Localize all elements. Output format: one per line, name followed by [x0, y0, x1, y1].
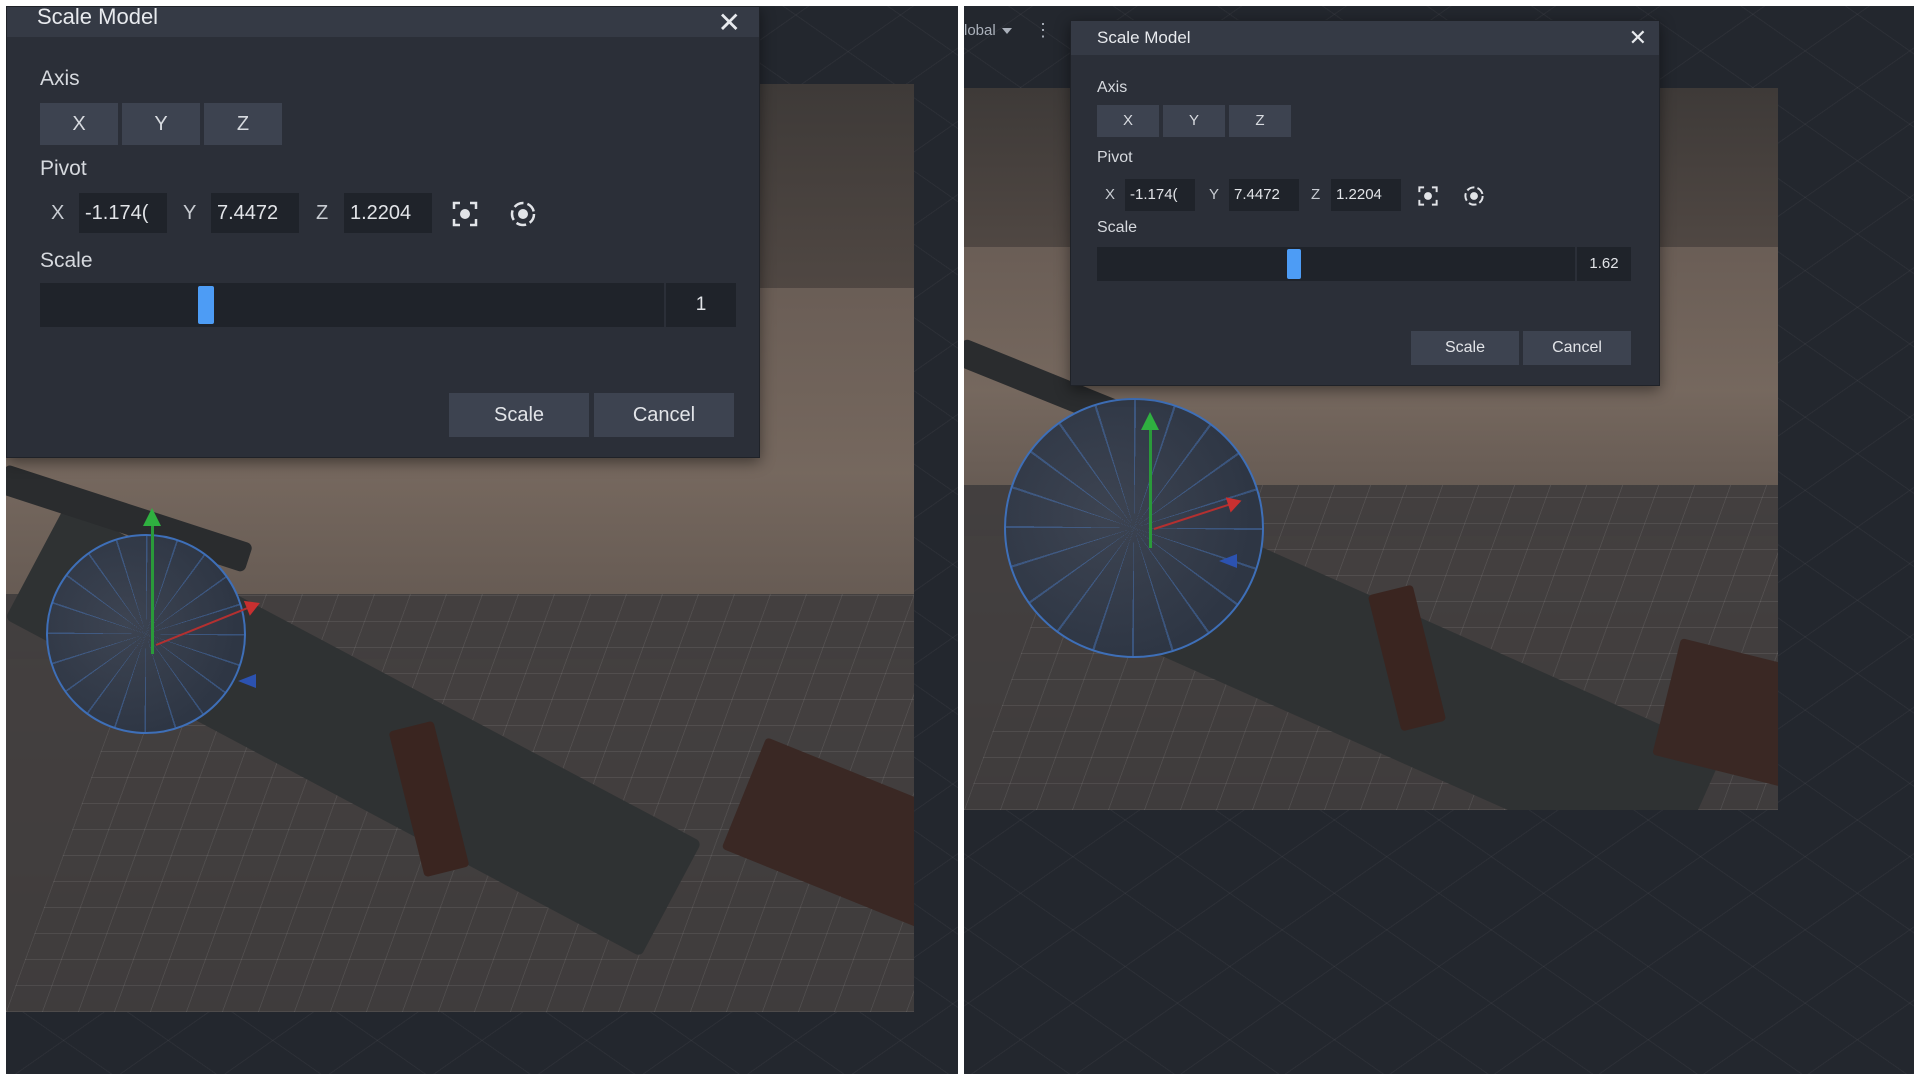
- scale-button[interactable]: Scale: [1411, 331, 1519, 365]
- axis-y-button[interactable]: Y: [1163, 105, 1225, 137]
- pivot-z-input[interactable]: 1.2204: [1331, 179, 1401, 211]
- gizmo-y-axis[interactable]: [143, 508, 161, 654]
- scale-slider-thumb[interactable]: [1287, 249, 1301, 279]
- scale-model-dialog: Scale Model ✕ Axis X Y Z Pivot X -1.174(…: [1070, 20, 1660, 386]
- pivot-y-label: Y: [183, 202, 197, 224]
- left-editor-panel: Scale Model ✕ Axis X Y Z Pivot X -1.174(…: [6, 6, 958, 1074]
- transform-space-dropdown[interactable]: lobal: [964, 22, 1012, 39]
- pivot-z-label: Z: [1311, 186, 1321, 203]
- axis-z-button[interactable]: Z: [204, 103, 282, 145]
- cancel-button[interactable]: Cancel: [594, 393, 734, 437]
- center-pivot-icon[interactable]: [1463, 185, 1485, 212]
- dialog-title: Scale Model: [37, 6, 159, 29]
- pivot-x-label: X: [51, 202, 65, 224]
- chevron-down-icon: [1001, 27, 1012, 34]
- center-pivot-icon[interactable]: [509, 200, 537, 233]
- dialog-title: Scale Model: [1097, 28, 1191, 47]
- more-menu-icon[interactable]: ⋮: [1034, 20, 1052, 41]
- scale-model-dialog: Scale Model ✕ Axis X Y Z Pivot X -1.174(…: [6, 6, 760, 458]
- pivot-x-label: X: [1105, 186, 1116, 203]
- axis-label: Axis: [1097, 79, 1128, 96]
- axis-y-button[interactable]: Y: [122, 103, 200, 145]
- cancel-button[interactable]: Cancel: [1523, 331, 1631, 365]
- axis-x-button[interactable]: X: [1097, 105, 1159, 137]
- axis-x-button[interactable]: X: [40, 103, 118, 145]
- scale-value-field[interactable]: 1: [666, 283, 736, 327]
- scale-slider-track[interactable]: [40, 283, 664, 327]
- pivot-y-input[interactable]: 7.4472: [1229, 179, 1299, 211]
- scale-label: Scale: [40, 249, 93, 272]
- drum-magazine[interactable]: [46, 534, 246, 734]
- gizmo-y-axis[interactable]: [1141, 412, 1159, 548]
- drum-magazine[interactable]: [1004, 398, 1264, 658]
- scale-button[interactable]: Scale: [449, 393, 589, 437]
- right-editor-panel: lobal ⋮ Scale Model ✕ Axis X Y Z Pivot X…: [964, 6, 1914, 1074]
- pivot-z-label: Z: [316, 202, 329, 224]
- axis-z-button[interactable]: Z: [1229, 105, 1291, 137]
- scale-label: Scale: [1097, 219, 1138, 236]
- scale-slider-thumb[interactable]: [198, 286, 214, 324]
- pivot-y-label: Y: [1209, 186, 1220, 203]
- axis-label: Axis: [40, 67, 80, 90]
- scale-slider-track[interactable]: [1097, 247, 1575, 281]
- pivot-x-input[interactable]: -1.174(: [1125, 179, 1195, 211]
- pivot-z-input[interactable]: 1.2204: [344, 193, 432, 233]
- dialog-header: Scale Model ✕: [7, 6, 759, 39]
- pivot-label: Pivot: [40, 157, 87, 180]
- pivot-x-input[interactable]: -1.174(: [79, 193, 167, 233]
- scale-value-field[interactable]: 1.62: [1577, 247, 1631, 281]
- close-button[interactable]: ✕: [718, 6, 741, 39]
- close-button[interactable]: ✕: [1629, 25, 1647, 51]
- pivot-y-input[interactable]: 7.4472: [211, 193, 299, 233]
- comparison-screenshot: Scale Model ✕ Axis X Y Z Pivot X -1.174(…: [0, 0, 1920, 1080]
- transform-space-label: lobal: [964, 22, 996, 39]
- dialog-header: Scale Model ✕: [1071, 21, 1659, 55]
- focus-target-icon[interactable]: [1417, 185, 1439, 212]
- focus-target-icon[interactable]: [451, 200, 479, 233]
- pivot-label: Pivot: [1097, 149, 1133, 166]
